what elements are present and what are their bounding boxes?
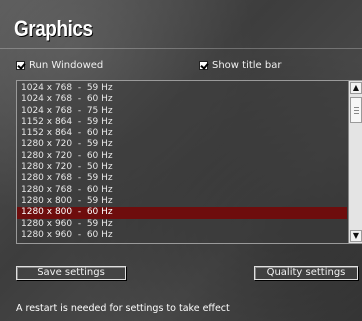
scroll-up-button[interactable]: ▲: [350, 82, 362, 94]
scroll-down-button[interactable]: ▼: [350, 230, 362, 242]
list-item[interactable]: 1024 x 768 - 60 Hz: [17, 94, 347, 105]
save-settings-button[interactable]: Save settings: [16, 266, 126, 280]
show-title-bar-checkbox[interactable]: [199, 61, 208, 70]
resolution-list[interactable]: 1024 x 768 - 59 Hz 1024 x 768 - 60 Hz 10…: [16, 80, 362, 244]
list-item[interactable]: 1152 x 864 - 59 Hz: [17, 117, 347, 128]
list-item[interactable]: 1280 x 768 - 60 Hz: [17, 185, 347, 196]
title-divider: [0, 48, 362, 49]
list-item[interactable]: 1280 x 960 - 60 Hz: [17, 230, 347, 241]
show-title-bar-option[interactable]: Show title bar: [199, 60, 281, 71]
list-item[interactable]: 1280 x 800 - 59 Hz: [17, 196, 347, 207]
show-title-bar-label: Show title bar: [212, 60, 282, 71]
scroll-thumb[interactable]: [350, 97, 362, 123]
list-item[interactable]: 1280 x 960 - 59 Hz: [17, 219, 347, 230]
run-windowed-option[interactable]: Run Windowed: [16, 60, 103, 71]
page-title: Graphics: [14, 16, 93, 41]
chevron-up-icon: ▲: [352, 83, 360, 92]
list-item[interactable]: 1280 x 768 - 59 Hz: [17, 173, 347, 184]
run-windowed-checkbox[interactable]: [16, 61, 25, 70]
list-item[interactable]: 1024 x 768 - 59 Hz: [17, 83, 347, 94]
list-item[interactable]: 1024 x 768 - 75 Hz: [17, 106, 347, 117]
resolution-list-items: 1024 x 768 - 59 Hz 1024 x 768 - 60 Hz 10…: [17, 83, 347, 241]
run-windowed-label: Run Windowed: [29, 60, 104, 71]
chevron-down-icon: ▼: [352, 231, 360, 240]
list-scrollbar[interactable]: ▲ ▼: [348, 81, 362, 243]
list-item[interactable]: 1280 x 720 - 60 Hz: [17, 151, 347, 162]
grip-line: [354, 107, 359, 108]
grip-line: [354, 113, 359, 114]
quality-settings-button[interactable]: Quality settings: [254, 266, 358, 280]
restart-notice: A restart is needed for settings to take…: [16, 303, 230, 314]
list-item[interactable]: 1152 x 864 - 60 Hz: [17, 128, 347, 139]
list-item[interactable]: 1280 x 800 - 60 Hz: [17, 207, 347, 219]
list-item[interactable]: 1280 x 720 - 59 Hz: [17, 139, 347, 150]
grip-line: [354, 110, 359, 111]
list-item[interactable]: 1280 x 720 - 50 Hz: [17, 162, 347, 173]
